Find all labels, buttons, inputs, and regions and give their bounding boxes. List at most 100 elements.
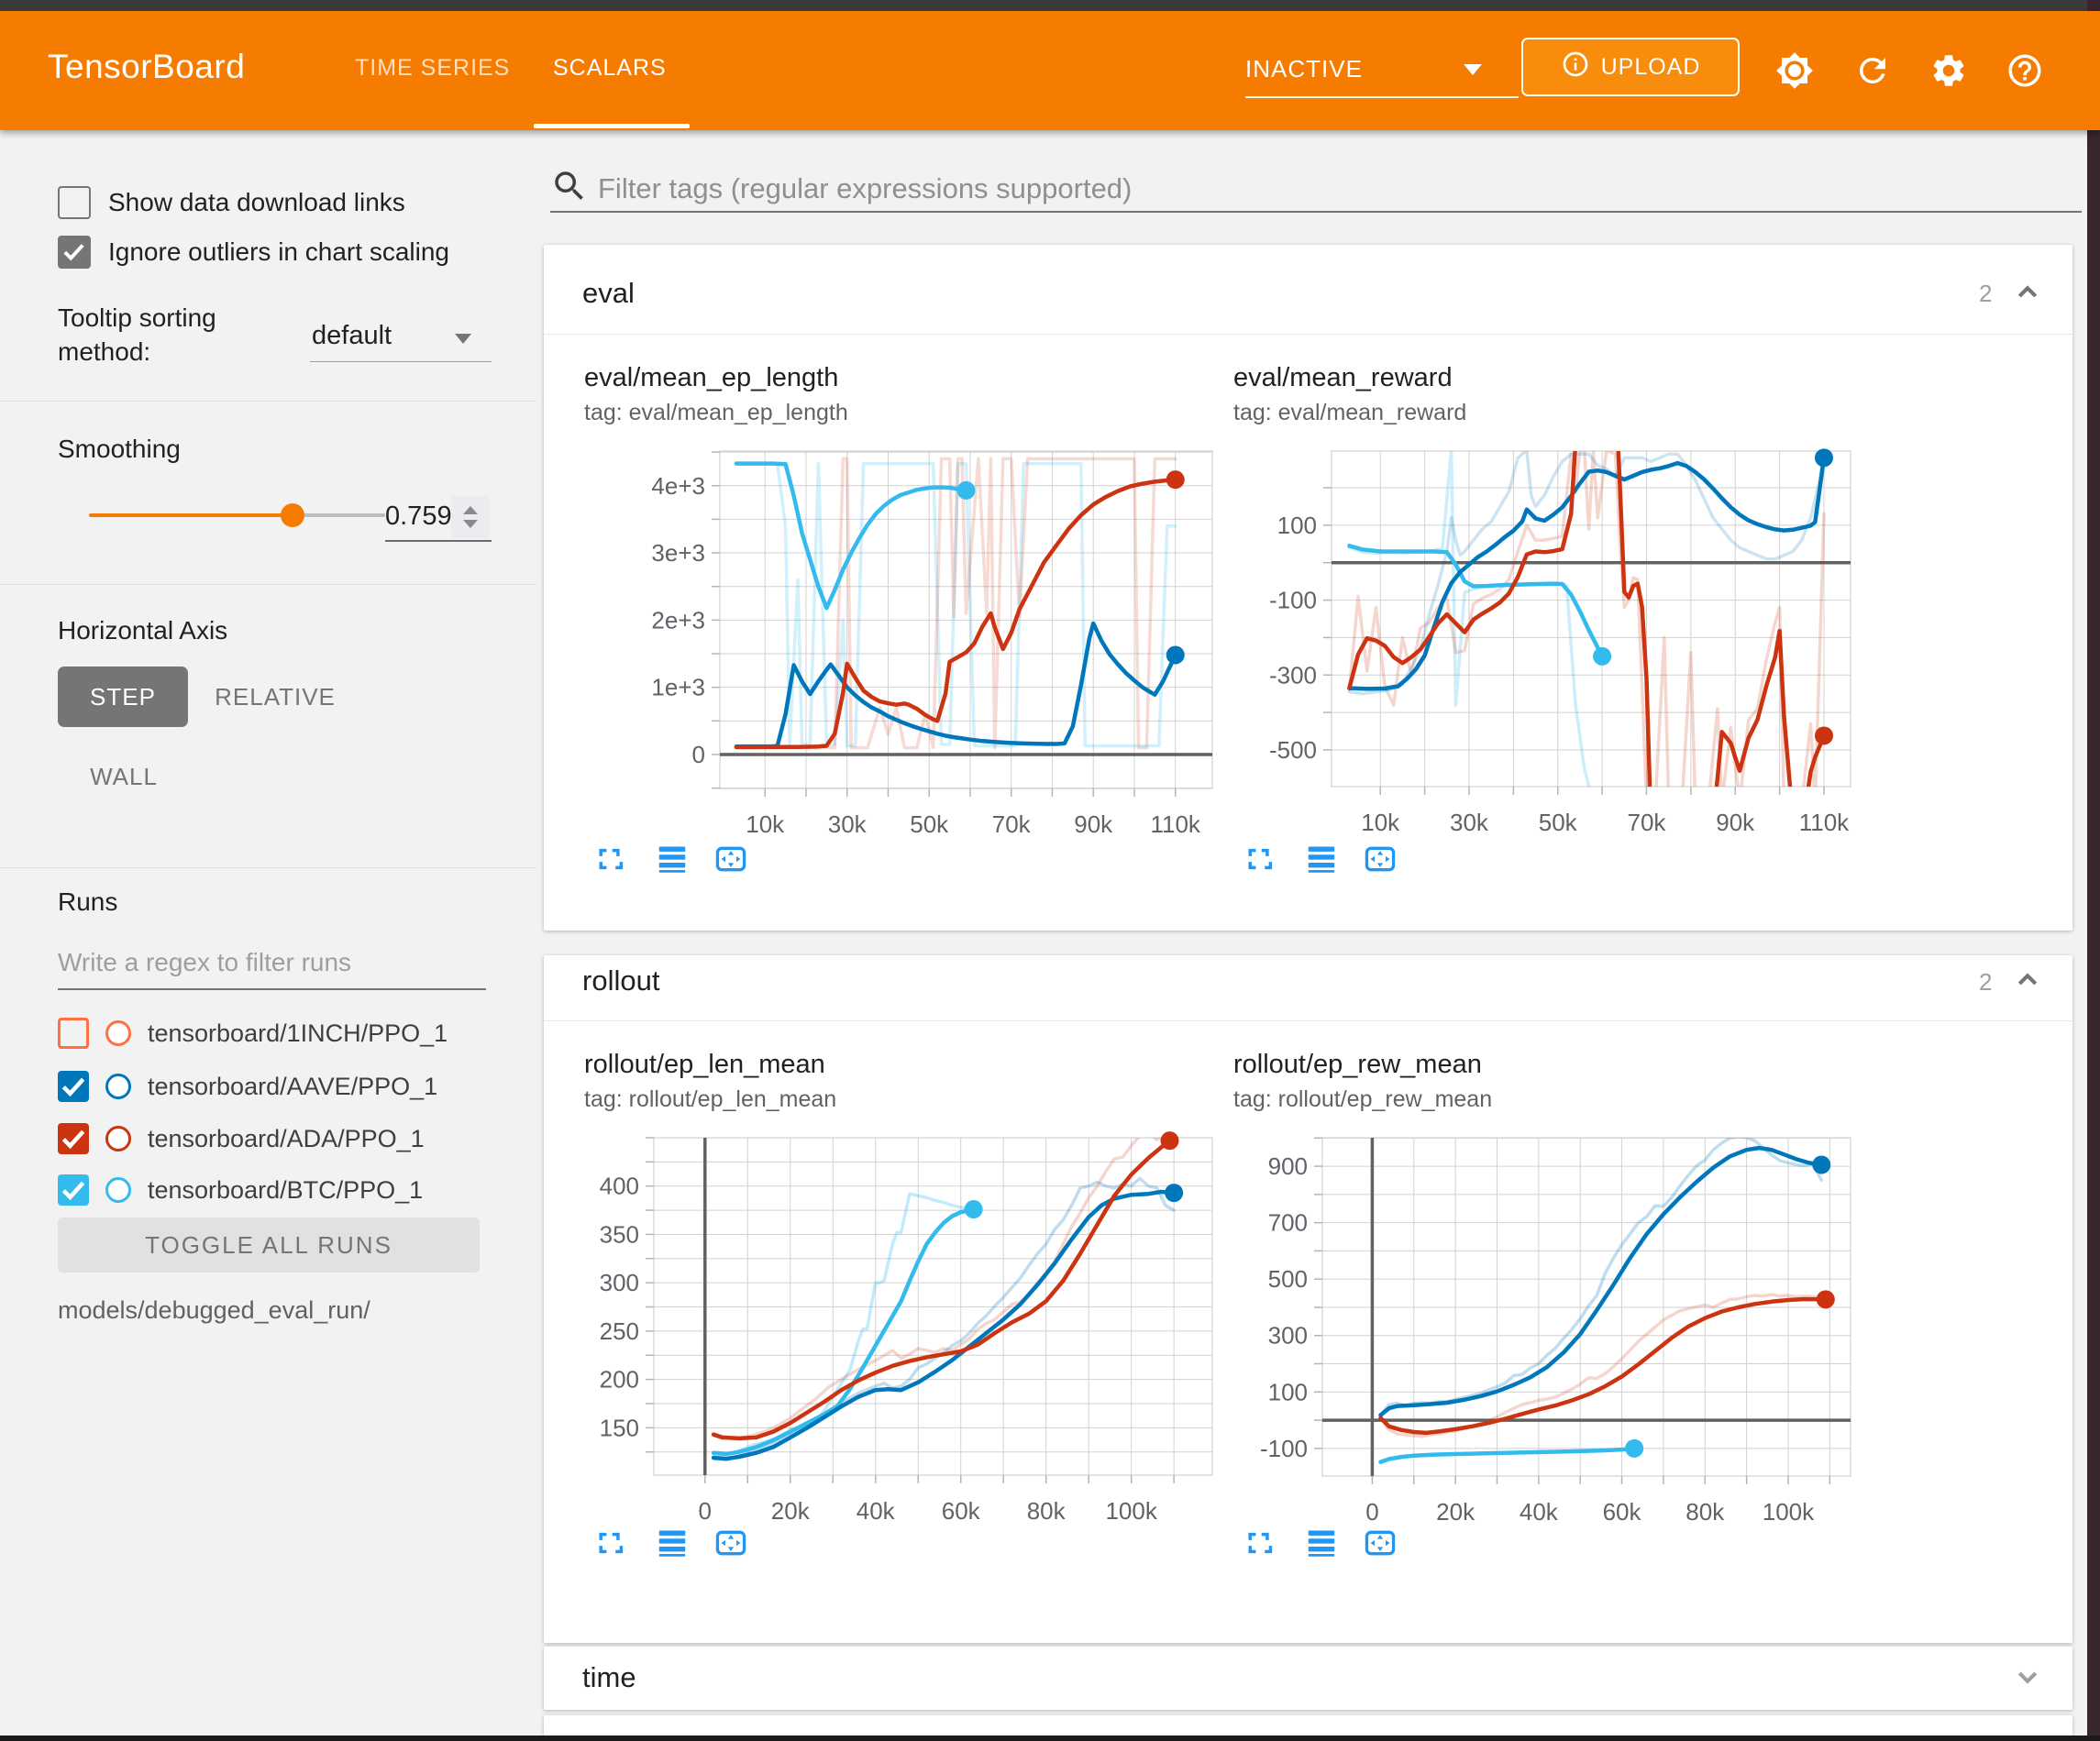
svg-text:0: 0 bbox=[692, 741, 705, 768]
app-title: TensorBoard bbox=[48, 48, 245, 86]
run-checkbox[interactable] bbox=[58, 1123, 89, 1154]
run-radio[interactable] bbox=[105, 1126, 131, 1151]
run-label: tensorboard/BTC/PPO_1 bbox=[148, 1176, 423, 1205]
svg-text:-100: -100 bbox=[1269, 587, 1317, 614]
upload-button-label: UPLOAD bbox=[1601, 54, 1701, 81]
show-download-links-checkbox[interactable] bbox=[58, 186, 91, 219]
svg-text:20k: 20k bbox=[771, 1497, 811, 1525]
chart-tag: tag: rollout/ep_rew_mean bbox=[1233, 1086, 1492, 1113]
axis-wall-button[interactable]: WALL bbox=[69, 749, 179, 804]
runs-data-icon[interactable] bbox=[1304, 1526, 1339, 1565]
series-end-dot bbox=[1625, 1439, 1643, 1458]
section-header-eval[interactable]: eval bbox=[582, 277, 635, 310]
runs-filter-input[interactable] bbox=[58, 942, 480, 983]
chart-plot-eval/mean_reward[interactable]: 100-100-300-50010k30k50k70k90k110k bbox=[1203, 427, 1869, 854]
run-radio[interactable] bbox=[105, 1177, 131, 1203]
expand-chevron-icon[interactable] bbox=[2010, 1659, 2045, 1699]
series-end-dot bbox=[1815, 726, 1833, 744]
run-row-btc[interactable]: tensorboard/BTC/PPO_1 bbox=[58, 1163, 535, 1217]
tooltip-sorting-select[interactable]: default bbox=[312, 321, 392, 351]
series-line bbox=[713, 1130, 1174, 1438]
svg-text:60k: 60k bbox=[1603, 1498, 1642, 1526]
ignore-outliers-checkbox[interactable] bbox=[58, 236, 91, 269]
run-checkbox[interactable] bbox=[58, 1174, 89, 1206]
smoothing-slider-thumb[interactable] bbox=[281, 503, 304, 527]
dropdown-caret-icon[interactable] bbox=[455, 334, 471, 344]
axis-relative-button[interactable]: RELATIVE bbox=[206, 667, 344, 727]
run-radio[interactable] bbox=[105, 1020, 131, 1046]
run-checkbox[interactable] bbox=[58, 1018, 89, 1049]
chart-tag: tag: rollout/ep_len_mean bbox=[584, 1086, 836, 1113]
sidebar-divider bbox=[0, 584, 536, 585]
fullscreen-icon[interactable] bbox=[596, 1526, 631, 1565]
svg-text:0: 0 bbox=[1365, 1498, 1378, 1526]
dropdown-caret-icon[interactable] bbox=[1464, 64, 1482, 75]
svg-text:300: 300 bbox=[600, 1269, 639, 1296]
fit-domain-icon[interactable] bbox=[1363, 842, 1398, 881]
stepper-down-icon[interactable] bbox=[463, 520, 478, 528]
refresh-icon[interactable] bbox=[1853, 51, 1892, 90]
tab-time-series[interactable]: TIME SERIES bbox=[355, 55, 510, 82]
status-dropdown[interactable]: INACTIVE bbox=[1245, 55, 1363, 83]
toggle-all-runs-button[interactable]: TOGGLE ALL RUNS bbox=[58, 1218, 480, 1273]
section-header-rollout[interactable]: rollout bbox=[582, 964, 659, 997]
svg-text:90k: 90k bbox=[1716, 809, 1755, 836]
series-line bbox=[713, 1192, 1174, 1459]
run-row-aave[interactable]: tensorboard/AAVE/PPO_1 bbox=[58, 1060, 535, 1113]
chart-tag: tag: eval/mean_ep_length bbox=[584, 400, 848, 426]
filter-tags-input[interactable] bbox=[598, 169, 1882, 209]
smoothing-stepper[interactable] bbox=[451, 496, 490, 538]
svg-text:100k: 100k bbox=[1763, 1498, 1815, 1526]
chart-actions bbox=[596, 1526, 748, 1565]
tab-scalars[interactable]: SCALARS bbox=[553, 55, 667, 82]
series-line bbox=[1381, 1449, 1635, 1462]
browser-bottom-strip bbox=[0, 1735, 2100, 1741]
series-end-dot bbox=[1593, 647, 1611, 666]
run-radio[interactable] bbox=[105, 1074, 131, 1099]
run-row-ada[interactable]: tensorboard/ADA/PPO_1 bbox=[58, 1112, 535, 1165]
tooltip-sorting-label: Tooltip sorting method: bbox=[58, 301, 278, 369]
brightness-icon[interactable] bbox=[1775, 51, 1814, 90]
chart-title: eval/mean_reward bbox=[1233, 363, 1453, 393]
collapse-chevron-icon[interactable] bbox=[2010, 963, 2045, 1002]
svg-text:0: 0 bbox=[699, 1497, 712, 1525]
smoothing-input-underline bbox=[385, 540, 492, 542]
runs-data-icon[interactable] bbox=[655, 842, 690, 881]
svg-text:50k: 50k bbox=[910, 810, 949, 838]
run-label: tensorboard/1INCH/PPO_1 bbox=[148, 1019, 448, 1048]
fit-domain-icon[interactable] bbox=[713, 842, 748, 881]
fit-domain-icon[interactable] bbox=[713, 1526, 748, 1565]
svg-text:90k: 90k bbox=[1074, 810, 1113, 838]
fit-domain-icon[interactable] bbox=[1363, 1526, 1398, 1565]
show-download-links-label: Show data download links bbox=[108, 188, 405, 217]
section-header-time[interactable]: time bbox=[582, 1661, 636, 1694]
runs-data-icon[interactable] bbox=[655, 1526, 690, 1565]
help-icon[interactable] bbox=[2006, 51, 2044, 90]
svg-text:1e+3: 1e+3 bbox=[651, 674, 705, 701]
ignore-outliers-label: Ignore outliers in chart scaling bbox=[108, 237, 449, 267]
stepper-up-icon[interactable] bbox=[463, 506, 478, 514]
settings-icon[interactable] bbox=[1929, 51, 1968, 90]
browser-right-strip bbox=[2087, 0, 2100, 1741]
fullscreen-icon[interactable] bbox=[596, 842, 631, 881]
svg-text:70k: 70k bbox=[992, 810, 1032, 838]
chart-plot-rollout/ep_len_mean[interactable]: 150200250300350400020k40k60k80k100k bbox=[525, 1114, 1231, 1543]
tooltip-select-underline bbox=[310, 361, 492, 362]
chart-plot-eval/mean_ep_length[interactable]: 01e+32e+33e+34e+310k30k50k70k90k110k bbox=[591, 427, 1231, 856]
fullscreen-icon[interactable] bbox=[1245, 1526, 1280, 1565]
run-checkbox[interactable] bbox=[58, 1071, 89, 1102]
axis-step-button[interactable]: STEP bbox=[58, 667, 188, 727]
chart-plot-rollout/ep_rew_mean[interactable]: -100100300500700900020k40k60k80k100k bbox=[1194, 1114, 1869, 1544]
series-end-dot bbox=[1812, 1156, 1830, 1174]
series-end-dot bbox=[957, 481, 976, 500]
svg-text:110k: 110k bbox=[1150, 810, 1200, 838]
run-label: tensorboard/ADA/PPO_1 bbox=[148, 1125, 425, 1153]
collapse-chevron-icon[interactable] bbox=[2010, 275, 2045, 314]
runs-title: Runs bbox=[58, 887, 117, 917]
upload-button[interactable]: UPLOAD bbox=[1521, 38, 1740, 96]
fullscreen-icon[interactable] bbox=[1245, 842, 1280, 881]
run-row-1inch[interactable]: tensorboard/1INCH/PPO_1 bbox=[58, 1007, 535, 1060]
smoothing-value-input[interactable] bbox=[385, 496, 451, 536]
runs-filter-underline bbox=[58, 988, 486, 990]
runs-data-icon[interactable] bbox=[1304, 842, 1339, 881]
